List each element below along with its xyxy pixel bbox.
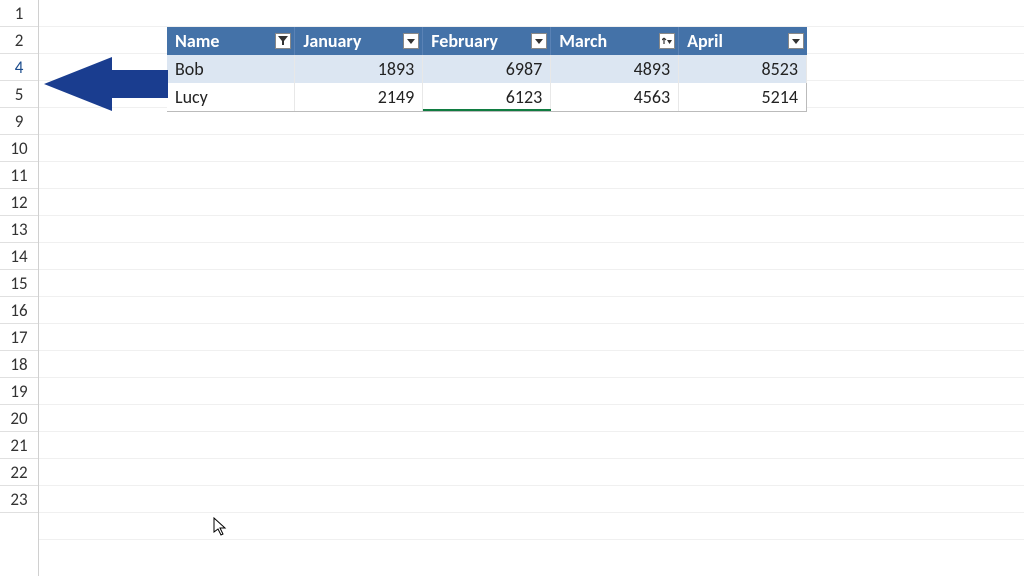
table-row[interactable]: Bob 1893 6987 4893 8523	[167, 55, 807, 83]
row-header[interactable]: 10	[0, 135, 38, 162]
row-header[interactable]: 4	[0, 54, 38, 81]
row-header[interactable]: 17	[0, 324, 38, 351]
data-table: Name January February	[167, 27, 807, 112]
row-header[interactable]: 18	[0, 351, 38, 378]
row-header[interactable]: 19	[0, 378, 38, 405]
row-header[interactable]: 14	[0, 243, 38, 270]
row-header[interactable]: 23	[0, 486, 38, 513]
header-name[interactable]: Name	[167, 27, 295, 55]
cells-area[interactable]: Name January February	[39, 0, 1024, 576]
cell-value[interactable]: 8523	[679, 55, 807, 83]
filter-dropdown-icon[interactable]	[531, 33, 547, 49]
row-header[interactable]: 11	[0, 162, 38, 189]
header-label: March	[559, 30, 607, 52]
header-label: Name	[175, 30, 219, 52]
cell-value[interactable]: 4563	[551, 83, 679, 112]
row-header[interactable]: 9	[0, 108, 38, 135]
row-header[interactable]: 15	[0, 270, 38, 297]
row-header[interactable]: 22	[0, 459, 38, 486]
mouse-cursor-icon	[213, 517, 229, 537]
header-march[interactable]: March	[551, 27, 679, 55]
row-header[interactable]: 5	[0, 81, 38, 108]
row-header[interactable]: 20	[0, 405, 38, 432]
cell-value[interactable]: 5214	[679, 83, 807, 112]
header-january[interactable]: January	[295, 27, 423, 55]
header-label: January	[303, 30, 361, 52]
cell-value[interactable]: 6987	[423, 55, 551, 83]
cell-value[interactable]: 1893	[295, 55, 423, 83]
row-header[interactable]: 16	[0, 297, 38, 324]
row-header[interactable]: 2	[0, 27, 38, 54]
filter-dropdown-icon[interactable]	[403, 33, 419, 49]
row-headers: 1 2 4 5 9 10 11 12 13 14 15 16 17 18 19 …	[0, 0, 39, 576]
filter-sort-icon[interactable]	[659, 33, 675, 49]
header-label: April	[687, 30, 723, 52]
table-row[interactable]: Lucy 2149 6123 4563 5214	[167, 83, 807, 112]
header-february[interactable]: February	[423, 27, 551, 55]
arrow-annotation-icon	[42, 55, 170, 113]
row-header[interactable]: 21	[0, 432, 38, 459]
row-header[interactable]: 1	[0, 0, 38, 27]
filter-dropdown-icon[interactable]	[788, 33, 804, 49]
row-header[interactable]: 12	[0, 189, 38, 216]
cell-name[interactable]: Bob	[167, 55, 295, 83]
header-label: February	[431, 30, 498, 52]
header-april[interactable]: April	[679, 27, 807, 55]
cell-value[interactable]: 6123	[423, 83, 551, 112]
row-header[interactable]: 13	[0, 216, 38, 243]
cell-value[interactable]: 4893	[551, 55, 679, 83]
filter-active-icon[interactable]	[275, 33, 291, 49]
cell-value[interactable]: 2149	[295, 83, 423, 112]
cell-name[interactable]: Lucy	[167, 83, 295, 112]
